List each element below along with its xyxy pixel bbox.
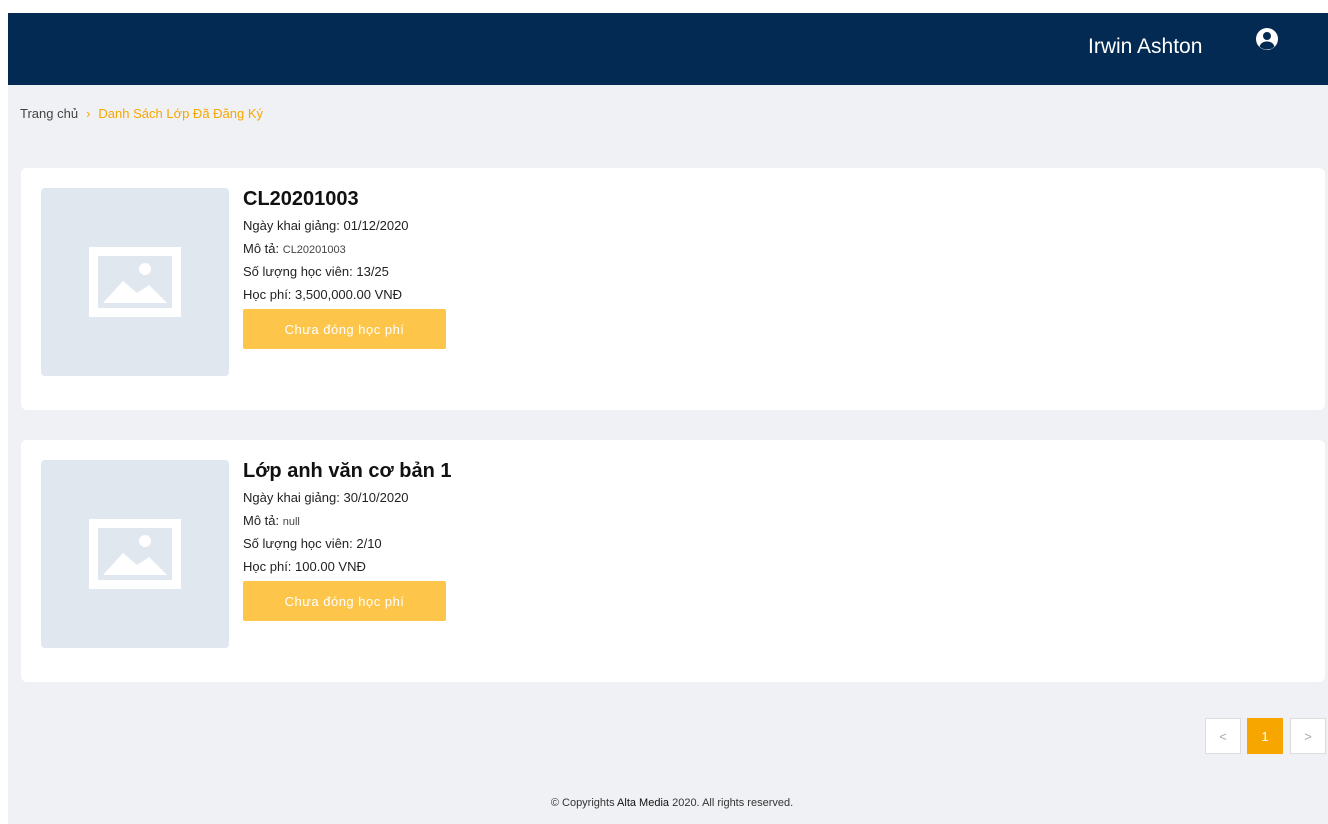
start-date-value: 01/12/2020 — [343, 218, 409, 233]
description-label: Mô tả: — [243, 241, 280, 256]
start-date-label: Ngày khai giảng: — [243, 218, 340, 233]
class-card: CL20201003 Ngày khai giảng: 01/12/2020 M… — [21, 168, 1325, 410]
image-placeholder-icon — [89, 247, 181, 317]
students-value: 13/25 — [356, 264, 389, 279]
class-title[interactable]: CL20201003 — [243, 188, 446, 211]
next-page-button[interactable]: > — [1290, 718, 1326, 754]
class-thumbnail — [41, 188, 229, 376]
image-placeholder-icon — [89, 519, 181, 589]
start-date-row: Ngày khai giảng: 30/10/2020 — [243, 489, 451, 512]
breadcrumb: Trang chủ › Danh Sách Lớp Đã Đăng Ký — [20, 106, 263, 121]
breadcrumb-current: Danh Sách Lớp Đã Đăng Ký — [98, 106, 264, 121]
footer-prefix: © Copyrights — [550, 797, 618, 809]
class-info: CL20201003 Ngày khai giảng: 01/12/2020 M… — [243, 188, 446, 349]
user-circle-icon[interactable] — [1255, 27, 1279, 51]
class-thumbnail — [41, 460, 229, 648]
fee-value: 3,500,000.00 VNĐ — [295, 287, 403, 302]
fee-value: 100.00 VNĐ — [295, 559, 366, 574]
start-date-row: Ngày khai giảng: 01/12/2020 — [243, 217, 446, 240]
breadcrumb-home[interactable]: Trang chủ — [20, 106, 78, 121]
class-info: Lớp anh văn cơ bản 1 Ngày khai giảng: 30… — [243, 460, 451, 621]
description-value: CL20201003 — [282, 244, 346, 256]
page-frame: Irwin Ashton Trang chủ › Danh Sách Lớp Đã … — [8, 13, 1328, 824]
username-label[interactable]: Irwin Ashton — [1088, 35, 1202, 59]
fee-label: Học phí: — [243, 287, 292, 302]
students-row: Số lượng học viên: 2/10 — [243, 535, 451, 558]
description-row: Mô tả: null — [243, 512, 451, 535]
start-date-label: Ngày khai giảng: — [243, 490, 340, 505]
description-label: Mô tả: — [243, 513, 280, 528]
description-value: null — [282, 516, 300, 528]
footer-suffix: 2020. All rights reserved. — [669, 797, 794, 809]
students-label: Số lượng học viên: — [243, 536, 353, 551]
class-card: Lớp anh văn cơ bản 1 Ngày khai giảng: 30… — [21, 440, 1325, 682]
start-date-value: 30/10/2020 — [343, 490, 409, 505]
description-row: Mô tả: CL20201003 — [243, 240, 446, 263]
students-value: 2/10 — [356, 536, 382, 551]
page-button-current[interactable]: 1 — [1247, 718, 1283, 754]
class-title[interactable]: Lớp anh văn cơ bản 1 — [243, 460, 451, 483]
top-bar: Irwin Ashton — [8, 13, 1328, 85]
students-label: Số lượng học viên: — [243, 264, 353, 279]
fee-row: Học phí: 100.00 VNĐ — [243, 558, 451, 581]
footer: © Copyrights Alta Media 2020. All rights… — [8, 797, 1328, 809]
footer-brand: Alta Media — [617, 797, 670, 809]
fee-row: Học phí: 3,500,000.00 VNĐ — [243, 286, 446, 309]
prev-page-button[interactable]: < — [1205, 718, 1241, 754]
breadcrumb-separator: › — [86, 106, 91, 121]
unpaid-fee-button[interactable]: Chưa đóng học phí — [243, 581, 446, 621]
unpaid-fee-button[interactable]: Chưa đóng học phí — [243, 309, 446, 349]
students-row: Số lượng học viên: 13/25 — [243, 263, 446, 286]
fee-label: Học phí: — [243, 559, 292, 574]
